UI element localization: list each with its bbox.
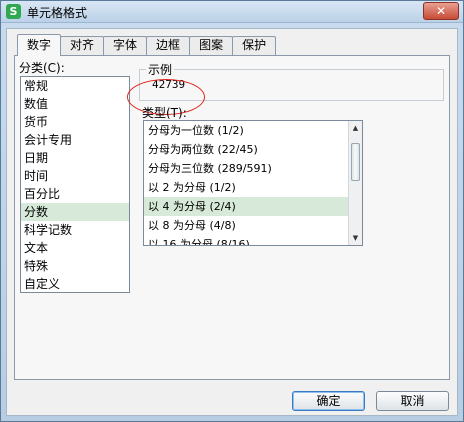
tab-strip: 数字 对齐 字体 边框 图案 保护 <box>17 34 277 56</box>
category-list[interactable]: 常规 数值 货币 会计专用 日期 时间 百分比 分数 科学记数 文本 特殊 自定… <box>20 76 130 293</box>
category-item-time[interactable]: 时间 <box>21 167 129 185</box>
window-title: 单元格格式 <box>27 6 88 20</box>
scroll-down-icon[interactable]: ▼ <box>349 231 362 245</box>
number-tab-panel: 分类(C): 常规 数值 货币 会计专用 日期 时间 百分比 分数 科学记数 文… <box>14 55 450 380</box>
category-item-special[interactable]: 特殊 <box>21 257 129 275</box>
category-label: 分类(C): <box>19 61 65 75</box>
type-item[interactable]: 以 2 为分母 (1/2) <box>144 178 362 197</box>
category-item-general[interactable]: 常规 <box>21 77 129 95</box>
tab-alignment[interactable]: 对齐 <box>60 36 105 55</box>
category-item-accounting[interactable]: 会计专用 <box>21 131 129 149</box>
wps-spreadsheet-icon: S <box>6 4 21 19</box>
tab-pattern[interactable]: 图案 <box>189 36 234 55</box>
type-item[interactable]: 分母为三位数 (289/591) <box>144 159 362 178</box>
dialog-body: 数字 对齐 字体 边框 图案 保护 分类(C): 常规 数值 货币 会计专用 日… <box>6 28 458 416</box>
sample-label: 示例 <box>146 61 175 78</box>
scroll-thumb[interactable] <box>351 143 360 181</box>
category-item-number[interactable]: 数值 <box>21 95 129 113</box>
category-item-date[interactable]: 日期 <box>21 149 129 167</box>
title-bar: S 单元格格式 ✕ <box>1 1 463 23</box>
type-item[interactable]: 以 16 为分母 (8/16) <box>144 235 362 245</box>
category-item-percentage[interactable]: 百分比 <box>21 185 129 203</box>
close-button[interactable]: ✕ <box>423 2 459 20</box>
tab-border[interactable]: 边框 <box>146 36 191 55</box>
category-item-fraction[interactable]: 分数 <box>21 203 129 221</box>
scroll-up-icon[interactable]: ▲ <box>349 121 362 135</box>
type-list-scrollbar[interactable]: ▲ ▼ <box>348 121 362 245</box>
type-label: 类型(T): <box>142 106 187 120</box>
type-item[interactable]: 分母为两位数 (22/45) <box>144 140 362 159</box>
format-cells-dialog: S 单元格格式 ✕ 数字 对齐 字体 边框 图案 保护 分类(C): 常规 数值… <box>0 0 464 422</box>
type-item[interactable]: 分母为一位数 (1/2) <box>144 121 362 140</box>
cancel-button[interactable]: 取消 <box>376 391 449 411</box>
ok-button[interactable]: 确定 <box>292 391 365 411</box>
type-item[interactable]: 以 8 为分母 (4/8) <box>144 216 362 235</box>
category-item-text[interactable]: 文本 <box>21 239 129 257</box>
tab-protection[interactable]: 保护 <box>232 36 277 55</box>
tab-font[interactable]: 字体 <box>103 36 148 55</box>
close-icon: ✕ <box>435 4 447 18</box>
category-item-scientific[interactable]: 科学记数 <box>21 221 129 239</box>
type-list[interactable]: 分母为一位数 (1/2) 分母为两位数 (22/45) 分母为三位数 (289/… <box>143 120 363 246</box>
category-item-currency[interactable]: 货币 <box>21 113 129 131</box>
category-item-custom[interactable]: 自定义 <box>21 275 129 293</box>
type-item-selected[interactable]: 以 4 为分母 (2/4) <box>144 197 362 216</box>
tab-number[interactable]: 数字 <box>17 34 62 56</box>
